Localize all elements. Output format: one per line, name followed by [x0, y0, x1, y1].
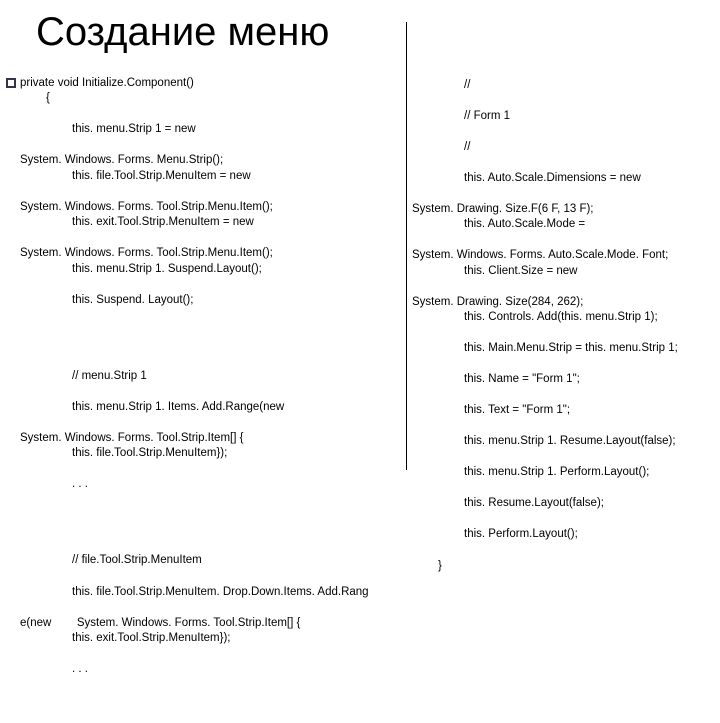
code-line: System. Windows. Forms. Auto.Scale.Mode.… [412, 249, 668, 261]
code-line: this. Auto.Scale.Mode = [412, 217, 704, 233]
code-line: this. Name = "Form 1"; [412, 372, 704, 388]
code-line: this. Perform.Layout(); [412, 527, 704, 543]
code-line: this. Auto.Scale.Dimensions = new [412, 171, 704, 187]
code-line: this. Client.Size = new [412, 264, 704, 280]
code-line: this. Controls. Add(this. menu.Strip 1); [412, 310, 704, 326]
code-block-3: // file.Tool.Strip.MenuItem this. file.T… [20, 538, 394, 709]
code-line: System. Windows. Forms. Tool.Strip.Menu.… [20, 201, 273, 213]
code-line: . . . [20, 662, 394, 678]
code-line: // file.Tool.Strip.MenuItem [20, 553, 394, 569]
left-column: private void Initialize.Component() { th… [0, 60, 402, 723]
code-line: // menu.Strip 1 [20, 369, 394, 385]
code-line: System. Drawing. Size.F(6 F, 13 F); [412, 203, 594, 215]
code-line: } [412, 559, 704, 575]
code-line: System. Windows. Forms. Tool.Strip.Item[… [20, 432, 243, 444]
code-line: this. file.Tool.Strip.MenuItem}); [20, 446, 394, 462]
code-line: this. file.Tool.Strip.MenuItem. Drop.Dow… [20, 585, 394, 601]
code-line: private void Initialize.Component() [20, 77, 194, 89]
code-line: // Form 1 [412, 109, 704, 125]
code-line: // [412, 78, 704, 94]
code-line: this. Text = "Form 1"; [412, 403, 704, 419]
code-line: this. exit.Tool.Strip.MenuItem = new [20, 215, 394, 231]
code-line: this. menu.Strip 1. Suspend.Layout(); [20, 262, 394, 278]
code-line: this. Suspend. Layout(); [20, 293, 394, 309]
code-line: System. Windows. Forms. Menu.Strip(); [20, 154, 223, 166]
content-columns: private void Initialize.Component() { th… [0, 60, 720, 723]
code-line: e(new System. Windows. Forms. Tool.Strip… [20, 617, 300, 629]
code-line: // [412, 140, 704, 156]
code-line: System. Drawing. Size(284, 262); [412, 296, 583, 308]
code-line: . . . [20, 477, 394, 493]
code-line: { [20, 91, 394, 107]
code-line: this. exit.Tool.Strip.MenuItem}); [20, 631, 394, 647]
code-line: this. menu.Strip 1. Perform.Layout(); [412, 465, 704, 481]
code-block-right: // // Form 1 // this. Auto.Scale.Dimensi… [412, 62, 704, 605]
code-line: this. menu.Strip 1. Items. Add.Range(new [20, 400, 394, 416]
code-line: System. Windows. Forms. Tool.Strip.Menu.… [20, 247, 273, 259]
right-column: // // Form 1 // this. Auto.Scale.Dimensi… [402, 60, 712, 723]
code-text: System. Windows. Forms. Tool.Strip.Item[… [77, 617, 300, 629]
code-block-2: // menu.Strip 1 this. menu.Strip 1. Item… [20, 353, 394, 524]
code-line: this. Resume.Layout(false); [412, 496, 704, 512]
code-line: this. Main.Menu.Strip = this. menu.Strip… [412, 341, 704, 357]
code-line: this. menu.Strip 1. Resume.Layout(false)… [412, 434, 704, 450]
code-line: this. menu.Strip 1 = new [20, 122, 394, 138]
code-text: e(new [20, 617, 51, 629]
code-line: this. file.Tool.Strip.MenuItem = new [20, 169, 394, 185]
code-block-1: private void Initialize.Component() { th… [20, 60, 394, 339]
slide-title: Создание меню [36, 10, 329, 55]
